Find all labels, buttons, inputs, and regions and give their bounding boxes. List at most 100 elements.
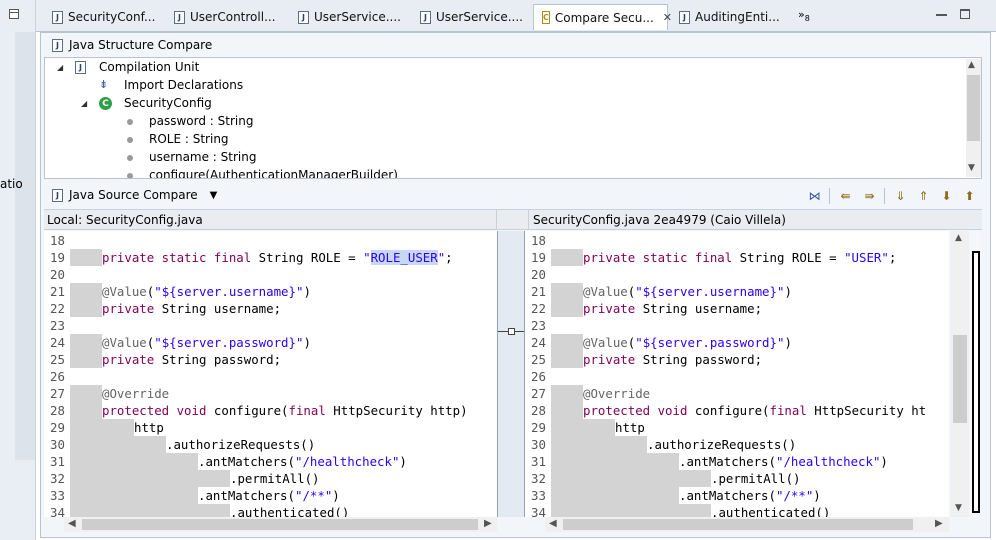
scroll-left-icon[interactable]: ◀ (68, 518, 76, 529)
code-line[interactable]: 30 .authorizeRequests() (44, 436, 497, 453)
code-line[interactable]: 28 protected void configure(final HttpSec… (44, 402, 497, 419)
line-number: 33 (531, 488, 546, 503)
scroll-right-icon[interactable]: ▶ (935, 518, 943, 529)
code-line[interactable]: 23 (525, 317, 949, 334)
line-number: 18 (531, 233, 546, 248)
copy-left-icon[interactable]: ⇚ (837, 187, 854, 204)
code-line[interactable]: 29 http (44, 419, 497, 436)
scroll-thumb[interactable] (967, 75, 980, 141)
code-line[interactable]: 22 private String username; (525, 300, 949, 317)
line-number: 26 (50, 369, 65, 384)
compare-file-labels: Local: SecurityConfig.java SecurityConfi… (44, 209, 982, 230)
scroll-up-icon[interactable]: ▲ (968, 60, 975, 70)
minimize-icon[interactable] (936, 10, 947, 16)
tab-overflow-button[interactable]: »8 (798, 8, 810, 23)
code-line[interactable]: 22 private String username; (44, 300, 497, 317)
code-line[interactable]: 23 (44, 317, 497, 334)
indent-whitespace (70, 487, 198, 504)
code-line[interactable]: 18 (525, 232, 949, 249)
code-line[interactable]: 34 .authenticated() (525, 504, 949, 517)
line-number: 31 (531, 454, 546, 469)
scroll-down-icon[interactable]: ▼ (968, 163, 975, 173)
right-code-editor[interactable]: 18 19 private static final String ROLE = "… (525, 231, 949, 517)
scroll-thumb[interactable] (953, 335, 967, 423)
code-line[interactable]: 29 http (525, 419, 949, 436)
code-line[interactable]: 27 @Override (525, 385, 949, 402)
minimize-view-icon[interactable] (9, 9, 19, 19)
diff-connector-box[interactable] (508, 328, 515, 335)
code-line[interactable]: 25 private String password; (525, 351, 949, 368)
code-line[interactable]: 19 private static final String ROLE = "US… (525, 249, 949, 266)
code-line[interactable]: 33 .antMatchers("/**") (44, 487, 497, 504)
scroll-down-icon[interactable]: ▼ (955, 503, 962, 513)
prev-diff-icon[interactable]: ⇑ (915, 187, 932, 204)
left-horizontal-scrollbar[interactable]: ◀ ▶ (64, 517, 497, 532)
prev-change-icon[interactable]: ⬆ (961, 187, 978, 204)
tab-usercontroller[interactable]: J UserControll... (166, 4, 286, 30)
structure-scrollbar[interactable]: ▲ ▼ (966, 59, 981, 177)
line-number: 22 (531, 301, 546, 316)
tab-label: UserService.... (436, 10, 523, 24)
line-number: 32 (50, 471, 65, 486)
scroll-thumb[interactable] (82, 519, 478, 530)
code-line[interactable]: 24 @Value("${server.password}") (44, 334, 497, 351)
code-text: private static final String ROLE = "ROLE… (102, 250, 453, 265)
tab-auditingentity[interactable]: J AuditingEnti... (671, 4, 791, 30)
code-line[interactable]: 25 private String password; (44, 351, 497, 368)
indent-whitespace (551, 283, 583, 300)
next-change-icon[interactable]: ⬇ (938, 187, 955, 204)
code-line[interactable]: 21 @Value("${server.username}") (44, 283, 497, 300)
code-line[interactable]: 30 .authorizeRequests() (525, 436, 949, 453)
java-file-icon: J (52, 38, 63, 52)
line-number: 31 (50, 454, 65, 469)
code-line[interactable]: 31 .antMatchers("/healthcheck") (525, 453, 949, 470)
expand-twisty-icon[interactable]: ◢ (57, 63, 63, 72)
code-text: @Value("${server.password}") (583, 335, 792, 350)
import-icon: ⇟ (99, 78, 109, 91)
copy-right-icon[interactable]: ⇛ (861, 187, 878, 204)
code-line[interactable]: 34 .authenticated() (44, 504, 497, 517)
line-number: 23 (50, 318, 65, 333)
indent-whitespace (70, 300, 102, 317)
code-line[interactable]: 24 @Value("${server.password}") (525, 334, 949, 351)
scroll-left-icon[interactable]: ◀ (549, 518, 557, 529)
code-line[interactable]: 31 .antMatchers("/healthcheck") (44, 453, 497, 470)
code-line[interactable]: 32 .permitAll() (525, 470, 949, 487)
code-line[interactable]: 26 (525, 368, 949, 385)
overview-ruler[interactable] (969, 231, 982, 517)
code-vertical-scrollbar[interactable]: ▲ ▼ (951, 231, 969, 517)
code-line[interactable]: 20 (44, 266, 497, 283)
ignore-whitespace-icon[interactable]: ⋈ (806, 187, 823, 204)
code-line[interactable]: 26 (44, 368, 497, 385)
code-line[interactable]: 27 @Override (44, 385, 497, 402)
side-panel-scrollbar[interactable] (15, 32, 35, 460)
next-diff-icon[interactable]: ⇓ (892, 187, 909, 204)
code-line[interactable]: 19 private static final String ROLE = "RO… (44, 249, 497, 266)
tab-userservice-2[interactable]: J UserService.... (412, 4, 530, 30)
indent-whitespace (551, 436, 647, 453)
scroll-thumb[interactable] (563, 519, 913, 530)
source-compare-title-group[interactable]: J Java Source Compare ▼ (52, 188, 217, 202)
scroll-up-icon[interactable]: ▲ (955, 233, 962, 243)
code-line[interactable]: 32 .permitAll() (44, 470, 497, 487)
expand-twisty-icon[interactable]: ◢ (81, 99, 87, 108)
code-line[interactable]: 21 @Value("${server.username}") (525, 283, 949, 300)
code-text: @Value("${server.username}") (583, 284, 792, 299)
left-code-editor[interactable]: 18 19 private static final String ROLE = "… (44, 231, 497, 517)
editor-tab-bar: J SecurityConf... J UserControll... J Us… (36, 0, 996, 32)
code-line[interactable]: 28 protected void configure(final HttpSec… (525, 402, 949, 419)
tab-securityconfig[interactable]: J SecurityConf... (44, 4, 162, 30)
code-line[interactable]: 33 .antMatchers("/**") (525, 487, 949, 504)
code-line[interactable]: 20 (525, 266, 949, 283)
tab-compare-security[interactable]: C Compare Secu... ✕ (533, 4, 672, 30)
maximize-icon[interactable] (960, 9, 970, 19)
right-horizontal-scrollbar[interactable]: ◀ ▶ (545, 517, 949, 532)
tree-item-label: SecurityConfig (124, 96, 212, 110)
dropdown-caret-icon[interactable]: ▼ (210, 190, 218, 201)
line-number: 20 (50, 267, 65, 282)
code-line[interactable]: 18 (44, 232, 497, 249)
scroll-right-icon[interactable]: ▶ (484, 518, 492, 529)
line-number: 21 (50, 284, 65, 299)
tab-userservice-1[interactable]: J UserService.... (290, 4, 408, 30)
code-text: @Value("${server.password}") (102, 335, 311, 350)
